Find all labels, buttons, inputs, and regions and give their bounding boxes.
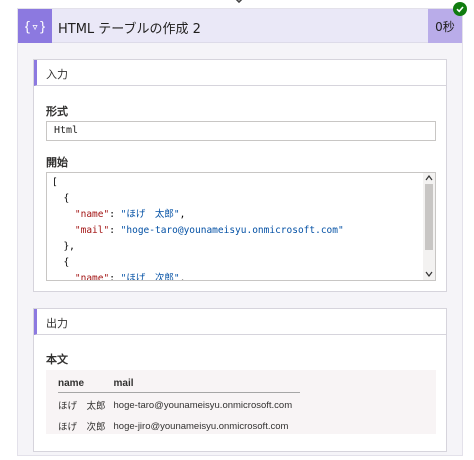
code-token: : [109, 273, 121, 281]
code-token: "hoge-taro@younameisyu.onmicrosoft.com" [120, 225, 344, 236]
success-check-icon [453, 2, 467, 16]
from-code-editor[interactable]: [ { "name": "ほげ 太郎", "mail": "hoge-taro@… [46, 172, 436, 281]
code-line: "mail": "hoge-taro@younameisyu.onmicroso… [52, 223, 344, 239]
outputs-header-label: 出力 [46, 317, 68, 330]
code-token: { [52, 193, 70, 204]
code-token: : [109, 209, 121, 220]
action-card: {▿} HTML テーブルの作成 2 0秒 入力 形式 Html 開始 [ { … [17, 8, 463, 456]
table-header-row: name mail [58, 378, 301, 393]
action-title: HTML テーブルの作成 2 [58, 22, 201, 37]
code-lines: [ { "name": "ほげ 太郎", "mail": "hoge-taro@… [52, 175, 344, 281]
action-header[interactable]: {▿} HTML テーブルの作成 2 0秒 [18, 9, 462, 43]
code-token: "name" [52, 273, 110, 281]
scroll-up-icon[interactable] [425, 174, 433, 182]
code-line: [ [52, 175, 344, 191]
outputs-header[interactable]: 出力 [34, 309, 446, 335]
code-token: }, [52, 241, 75, 252]
inputs-section: 入力 形式 Html 開始 [ { "name": "ほげ 太郎", "mail… [33, 59, 447, 292]
code-token: "name" [52, 209, 110, 220]
format-field[interactable]: Html [46, 121, 436, 141]
code-token: , [179, 209, 186, 220]
code-token: "ほげ 次郎" [120, 273, 180, 281]
code-line: }, [52, 239, 344, 255]
table-cell: ほげ 太郎 [58, 401, 106, 412]
body-label: 本文 [46, 353, 68, 366]
scroll-down-icon[interactable] [425, 270, 433, 278]
code-scrollbar[interactable] [423, 173, 435, 280]
flow-connector-arrow-icon [235, 0, 243, 4]
curly-braces-icon: {▿} [18, 9, 52, 43]
column-header: mail [113, 378, 301, 393]
format-value: Html [54, 125, 79, 136]
code-line: "name": "ほげ 太郎", [52, 207, 344, 223]
code-token: [ [52, 177, 58, 188]
table-cell: ほげ 次郎 [58, 422, 106, 433]
format-label: 形式 [46, 105, 68, 118]
code-line: "name": "ほげ 次郎", [52, 271, 344, 281]
code-token: , [179, 273, 186, 281]
table-cell: hoge-jiro@younameisyu.onmicrosoft.com [113, 420, 289, 432]
from-label: 開始 [46, 156, 68, 169]
table-cell: hoge-taro@younameisyu.onmicrosoft.com [113, 399, 293, 411]
table-row: ほげ 太郎 hoge-taro@younameisyu.onmicrosoft.… [58, 393, 300, 415]
body-output: name mail ほげ 太郎 hoge-taro@younameisyu.on… [46, 370, 436, 434]
outputs-section: 出力 本文 name mail ほげ 太郎 hoge-taro@younamei… [33, 308, 447, 452]
output-table: name mail ほげ 太郎 hoge-taro@younameisyu.on… [58, 378, 301, 435]
inputs-header-label: 入力 [46, 68, 68, 81]
scroll-thumb[interactable] [425, 184, 433, 250]
svg-text:{▿}: {▿} [25, 20, 45, 35]
inputs-header[interactable]: 入力 [34, 60, 446, 86]
code-token: "mail" [52, 225, 110, 236]
code-token: : [109, 225, 121, 236]
column-header: name [58, 378, 114, 393]
code-line: { [52, 255, 344, 271]
table-row: ほげ 次郎 hoge-jiro@younameisyu.onmicrosoft.… [58, 414, 300, 435]
code-token: "ほげ 太郎" [120, 209, 180, 220]
code-token: { [52, 257, 70, 268]
code-line: { [52, 191, 344, 207]
